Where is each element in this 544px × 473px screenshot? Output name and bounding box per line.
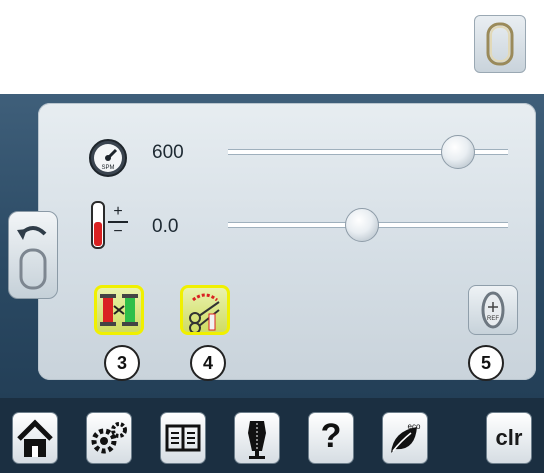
function-badge-5: 5	[468, 345, 504, 381]
home-button[interactable]	[12, 412, 58, 464]
back-arrow-icon	[17, 226, 47, 290]
svg-text:−: −	[113, 223, 122, 240]
hoop-reference-icon: REF	[481, 291, 505, 329]
tutorial-button[interactable]	[160, 412, 206, 464]
setup-button[interactable]	[86, 412, 132, 464]
back-button[interactable]	[8, 211, 58, 299]
book-icon	[165, 424, 201, 452]
thread-tension-icon: + −	[88, 198, 132, 254]
help-label: ?	[320, 417, 342, 455]
speed-value: 600	[152, 142, 184, 163]
function-badge-3: 3	[104, 345, 140, 381]
eco-leaf-icon: eco	[391, 422, 421, 453]
clr-label: clr	[495, 425, 523, 450]
hoop-reference-button[interactable]: REF	[468, 285, 518, 335]
svg-text:REF: REF	[487, 316, 499, 322]
speed-slider-knob[interactable]	[440, 135, 475, 169]
speed-gauge-icon: SPM	[88, 138, 128, 178]
thread-cutter-icon	[100, 294, 138, 326]
eco-label: eco	[408, 422, 421, 431]
clear-button[interactable]: clr	[486, 412, 532, 464]
function-badge-4: 4	[190, 345, 226, 381]
dress-form-icon	[248, 421, 266, 459]
help-button[interactable]: ?	[308, 412, 354, 464]
tension-value: 0.0	[152, 216, 179, 237]
sewing-consultant-button[interactable]	[234, 412, 280, 464]
thread-trim-button[interactable]	[180, 285, 230, 335]
embroidery-hoop-icon	[474, 15, 526, 73]
gear-icon	[91, 422, 127, 454]
scissors-icon	[189, 293, 220, 334]
svg-text:SPM: SPM	[101, 165, 114, 171]
svg-text:+: +	[113, 203, 122, 220]
eco-button[interactable]: eco	[382, 412, 428, 464]
home-icon	[17, 419, 53, 457]
thread-cutter-button[interactable]	[94, 285, 144, 335]
